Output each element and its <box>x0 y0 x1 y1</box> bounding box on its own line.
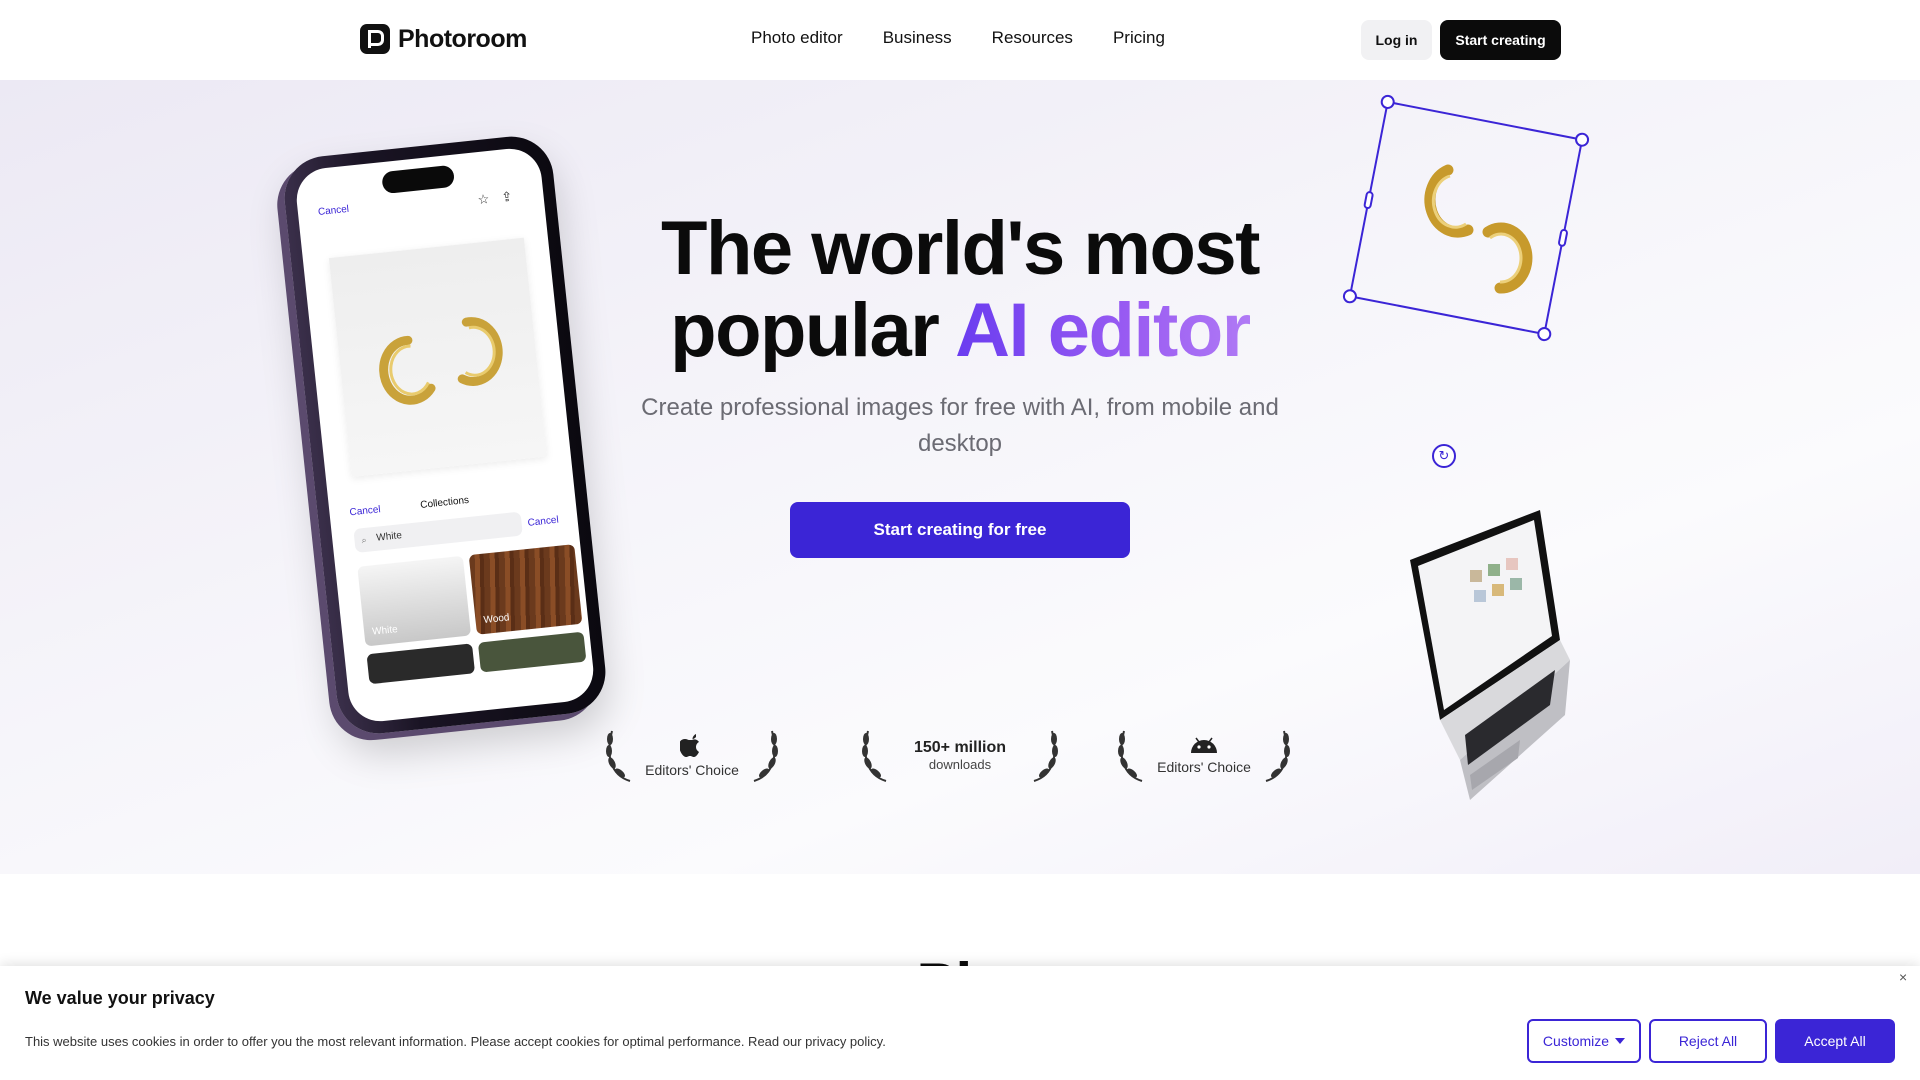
side-handle[interactable] <box>1557 228 1569 248</box>
star-icon: ☆ <box>476 191 490 208</box>
hero-subheadline: Create professional images for free with… <box>641 394 1279 457</box>
phone-search-cancel: Cancel <box>527 514 560 529</box>
start-creating-free-button[interactable]: Start creating for free <box>790 502 1130 558</box>
award-android-editors-choice: Editors' Choice <box>1112 715 1296 795</box>
nav-link-photo-editor[interactable]: Photo editor <box>751 28 843 48</box>
background-tile <box>477 631 587 673</box>
background-tile-white: White <box>357 555 472 647</box>
accept-all-button[interactable]: Accept All <box>1775 1019 1895 1063</box>
headline-line-1: The world's most <box>661 206 1260 291</box>
rotate-icon[interactable]: ↻ <box>1432 444 1456 468</box>
close-icon[interactable]: × <box>1899 969 1907 985</box>
earring-selection-box <box>1341 93 1591 343</box>
phone-cancel-label: Cancel <box>317 203 350 219</box>
headline-line-2: popular AI editor <box>560 290 1360 372</box>
phone-tab-collections: Collections <box>419 494 470 511</box>
cookie-text: This website uses cookies in order to of… <box>25 1034 886 1049</box>
background-tile <box>366 643 476 685</box>
nav-links: Photo editor Business Resources Pricing <box>751 28 1165 48</box>
customize-label: Customize <box>1542 1033 1610 1049</box>
caret-down-icon <box>1615 1038 1626 1044</box>
tile-label: Wood <box>483 612 510 626</box>
share-icon: ⇪ <box>500 188 514 205</box>
phone-tab-cancel: Cancel <box>349 504 382 519</box>
photoroom-logo-icon <box>360 24 390 54</box>
award-content: Editors' Choice <box>1154 735 1254 775</box>
downloads-label: downloads <box>928 756 992 772</box>
downloads-count: 150+ million <box>913 738 1007 756</box>
reject-all-button[interactable]: Reject All <box>1649 1019 1767 1063</box>
cookie-banner: We value your privacy This website uses … <box>0 966 1920 1080</box>
laurel-left-icon <box>606 730 631 782</box>
logo-text: Photoroom <box>398 24 527 53</box>
background-tile-wood: Wood <box>468 544 583 635</box>
login-button[interactable]: Log in <box>1361 20 1432 60</box>
award-downloads: 150+ million downloads <box>856 715 1064 795</box>
top-navigation: Photoroom Photo editor Business Resource… <box>0 0 1920 80</box>
headline-accent: AI editor <box>955 288 1251 373</box>
customize-button[interactable]: Customize <box>1527 1019 1641 1063</box>
nav-link-resources[interactable]: Resources <box>992 28 1073 48</box>
nav-link-pricing[interactable]: Pricing <box>1113 28 1165 48</box>
phone-tabs: Cancel Collections <box>349 495 470 518</box>
laptop-mockup <box>1360 510 1580 840</box>
laurel-left-icon <box>1118 730 1143 782</box>
cookie-title: We value your privacy <box>25 988 215 1008</box>
laurel-left-icon <box>862 730 887 782</box>
phone-search-value: White <box>375 530 403 544</box>
award-apple-editors-choice: Editors' Choice <box>600 715 784 795</box>
award-label: Editors' Choice <box>1157 759 1251 775</box>
award-content: Editors' Choice <box>642 732 742 778</box>
android-icon <box>1191 737 1217 753</box>
hero-section: Cancel ☆ ⇪ Cancel Collections ⌕ White Ca… <box>0 80 1920 874</box>
nav-link-business[interactable]: Business <box>883 28 952 48</box>
photoroom-logo[interactable]: Photoroom <box>360 24 527 54</box>
award-content: 150+ million downloads <box>898 739 1022 772</box>
laurel-right-icon <box>1033 730 1058 782</box>
laurel-right-icon <box>1265 730 1290 782</box>
apple-icon <box>680 734 699 757</box>
search-icon: ⌕ <box>361 534 368 546</box>
award-label: Editors' Choice <box>645 762 739 778</box>
hero-headline: The world's most popular AI editor <box>560 208 1360 372</box>
resize-handle[interactable] <box>1536 325 1553 343</box>
phone-search-field: ⌕ White <box>353 511 523 553</box>
tile-label: White <box>371 624 399 638</box>
start-creating-button[interactable]: Start creating <box>1440 20 1561 60</box>
laurel-right-icon <box>753 730 778 782</box>
headline-plain: popular <box>670 288 940 373</box>
phone-product-photo <box>328 237 547 477</box>
phone-notch <box>381 164 456 195</box>
